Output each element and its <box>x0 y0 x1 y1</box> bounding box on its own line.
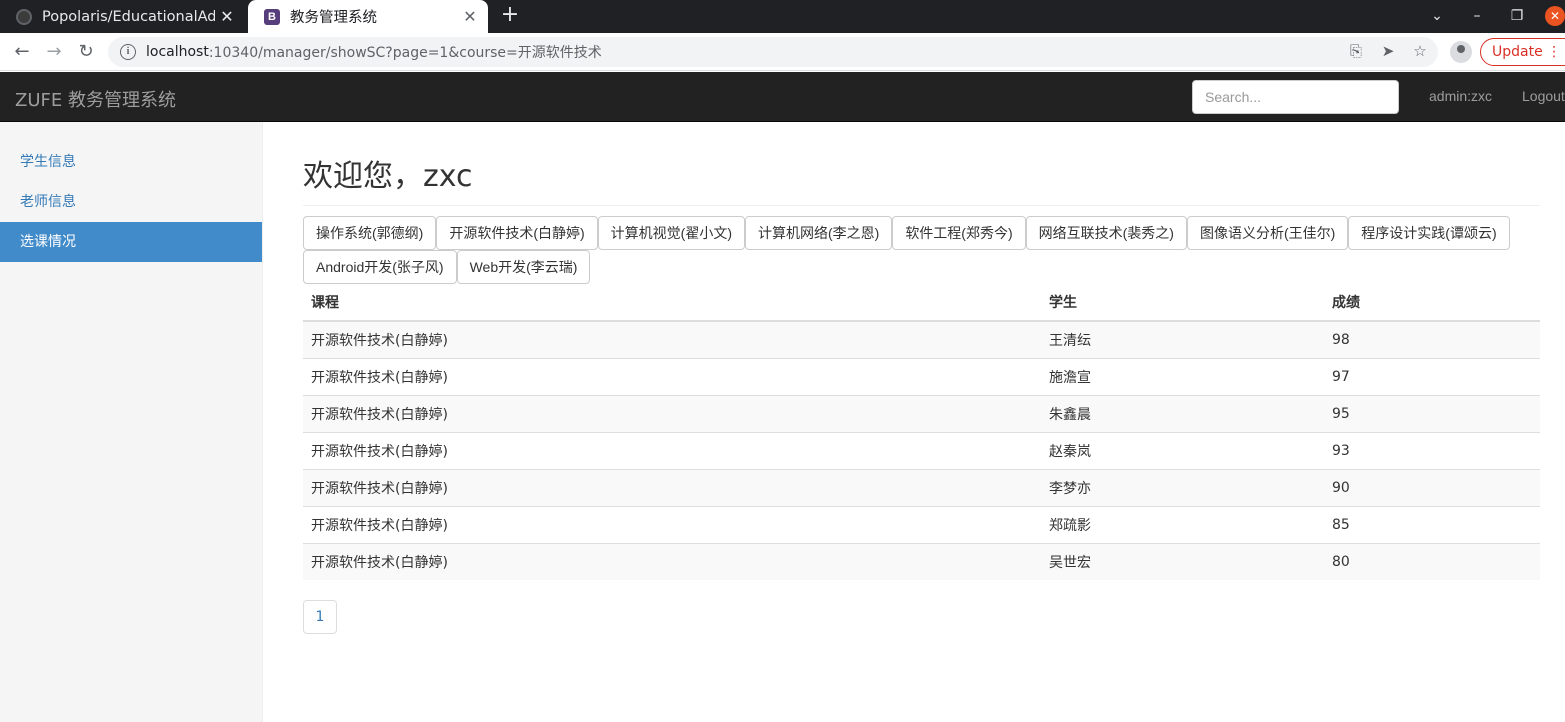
cell-student: 李梦亦 <box>1041 468 1324 506</box>
score-table: 课程 学生 成绩 开源软件技术(白静婷) 王清纭 98 开源软件技术(白静婷) … <box>303 284 1540 580</box>
reload-icon[interactable]: ↻ <box>73 39 99 65</box>
close-tab-icon[interactable]: ✕ <box>458 7 482 26</box>
cell-course: 开源软件技术(白静婷) <box>303 394 1041 432</box>
logout-link[interactable]: Logout <box>1522 88 1565 104</box>
course-button[interactable]: 网络互联技术(裴秀之) <box>1025 216 1187 250</box>
column-header-course: 课程 <box>303 284 1041 322</box>
cell-score: 93 <box>1324 431 1540 469</box>
cell-student: 赵秦岚 <box>1041 431 1324 469</box>
browser-tab-active[interactable]: B 教务管理系统 ✕ <box>248 0 488 33</box>
bookmark-star-icon[interactable]: ☆ <box>1410 42 1430 60</box>
new-tab-icon[interactable]: + <box>498 4 522 28</box>
close-tab-icon[interactable]: ✕ <box>215 7 239 26</box>
column-header-score: 成绩 <box>1324 284 1540 322</box>
browser-toolbar: ← → ↻ i localhost:10340/manager/showSC?p… <box>0 33 1565 71</box>
sidebar-item-students[interactable]: 学生信息 <box>0 142 262 182</box>
send-icon[interactable]: ➤ <box>1378 42 1398 60</box>
cell-course: 开源软件技术(白静婷) <box>303 468 1041 506</box>
url-host: localhost <box>146 44 209 60</box>
window-close-icon[interactable]: ✕ <box>1545 6 1565 26</box>
url-path: :10340/manager/showSC?page=1&course=开源软件… <box>208 45 602 61</box>
tab-title: Popolaris/EducationalAdm <box>42 8 215 25</box>
course-button[interactable]: 操作系统(郭德纲) <box>303 216 437 250</box>
course-button[interactable]: 计算机视觉(翟小文) <box>597 216 745 250</box>
minimize-icon[interactable]: – <box>1457 0 1497 33</box>
table-row: 开源软件技术(白静婷) 李梦亦 90 <box>303 468 1540 506</box>
update-label: Update <box>1492 44 1543 60</box>
github-icon <box>16 8 32 25</box>
user-link[interactable]: admin:zxc <box>1429 88 1492 104</box>
browser-tab-github[interactable]: Popolaris/EducationalAdm ✕ <box>0 0 245 33</box>
bootstrap-icon: B <box>264 8 280 25</box>
table-row: 开源软件技术(白静婷) 施澹宣 97 <box>303 357 1540 395</box>
column-header-student: 学生 <box>1041 284 1324 322</box>
course-button[interactable]: Android开发(张子风) <box>303 250 457 284</box>
cell-score: 80 <box>1324 542 1540 580</box>
course-button[interactable]: Web开发(李云瑞) <box>456 250 591 284</box>
forward-icon[interactable]: → <box>41 39 67 65</box>
cell-student: 王清纭 <box>1041 320 1324 358</box>
table-row: 开源软件技术(白静婷) 朱鑫晨 95 <box>303 394 1540 432</box>
page-title: 欢迎您，zxc <box>303 160 1540 206</box>
sidebar-item-teachers[interactable]: 老师信息 <box>0 182 262 222</box>
table-row: 开源软件技术(白静婷) 王清纭 98 <box>303 320 1540 358</box>
table-header-row: 课程 学生 成绩 <box>303 284 1540 322</box>
cell-score: 95 <box>1324 394 1540 432</box>
course-button[interactable]: 计算机网络(李之恩) <box>744 216 893 250</box>
app-navbar: ZUFE 教务管理系统 admin:zxc Logout <box>0 72 1565 122</box>
cell-course: 开源软件技术(白静婷) <box>303 320 1041 358</box>
course-button[interactable]: 软件工程(郑秀今) <box>892 216 1026 250</box>
pagination-page-1[interactable]: 1 <box>303 600 337 634</box>
table-row: 开源软件技术(白静婷) 赵秦岚 93 <box>303 431 1540 469</box>
course-button[interactable]: 图像语义分析(王佳尔) <box>1186 216 1349 250</box>
search-input[interactable] <box>1192 80 1399 114</box>
sidebar-item-course-selection[interactable]: 选课情况 <box>0 222 262 262</box>
cell-course: 开源软件技术(白静婷) <box>303 431 1041 469</box>
cell-course: 开源软件技术(白静婷) <box>303 357 1041 395</box>
back-icon[interactable]: ← <box>9 39 35 65</box>
course-button[interactable]: 开源软件技术(白静婷) <box>436 216 598 250</box>
brand-link[interactable]: ZUFE 教务管理系统 <box>15 86 176 112</box>
main-content: 欢迎您，zxc 操作系统(郭德纲) 开源软件技术(白静婷) 计算机视觉(翟小文)… <box>303 122 1540 634</box>
cell-score: 90 <box>1324 468 1540 506</box>
cell-score: 97 <box>1324 357 1540 395</box>
profile-avatar-icon[interactable] <box>1450 41 1472 63</box>
table-row: 开源软件技术(白静婷) 吴世宏 80 <box>303 542 1540 580</box>
cell-student: 朱鑫晨 <box>1041 394 1324 432</box>
cell-student: 吴世宏 <box>1041 542 1324 580</box>
cell-student: 施澹宣 <box>1041 357 1324 395</box>
chevron-down-icon[interactable]: ⌄ <box>1417 0 1457 33</box>
site-info-icon[interactable]: i <box>120 44 136 60</box>
update-button[interactable]: Update ⋮ <box>1480 38 1565 66</box>
table-row: 开源软件技术(白静婷) 郑疏影 85 <box>303 505 1540 543</box>
browser-tab-strip: Popolaris/EducationalAdm ✕ B 教务管理系统 ✕ + … <box>0 0 1565 33</box>
restore-icon[interactable]: ❐ <box>1497 0 1537 33</box>
cell-score: 85 <box>1324 505 1540 543</box>
cell-course: 开源软件技术(白静婷) <box>303 542 1041 580</box>
address-bar[interactable]: i localhost:10340/manager/showSC?page=1&… <box>108 37 1438 67</box>
course-button-group: 操作系统(郭德纲) 开源软件技术(白静婷) 计算机视觉(翟小文) 计算机网络(李… <box>303 216 1540 284</box>
sidebar: 学生信息 老师信息 选课情况 <box>0 122 263 722</box>
cell-score: 98 <box>1324 320 1540 358</box>
tab-title: 教务管理系统 <box>290 10 377 26</box>
cell-student: 郑疏影 <box>1041 505 1324 543</box>
course-button[interactable]: 程序设计实践(谭颂云) <box>1348 216 1510 250</box>
translate-icon[interactable]: ⎘ <box>1346 42 1366 60</box>
cell-course: 开源软件技术(白静婷) <box>303 505 1041 543</box>
